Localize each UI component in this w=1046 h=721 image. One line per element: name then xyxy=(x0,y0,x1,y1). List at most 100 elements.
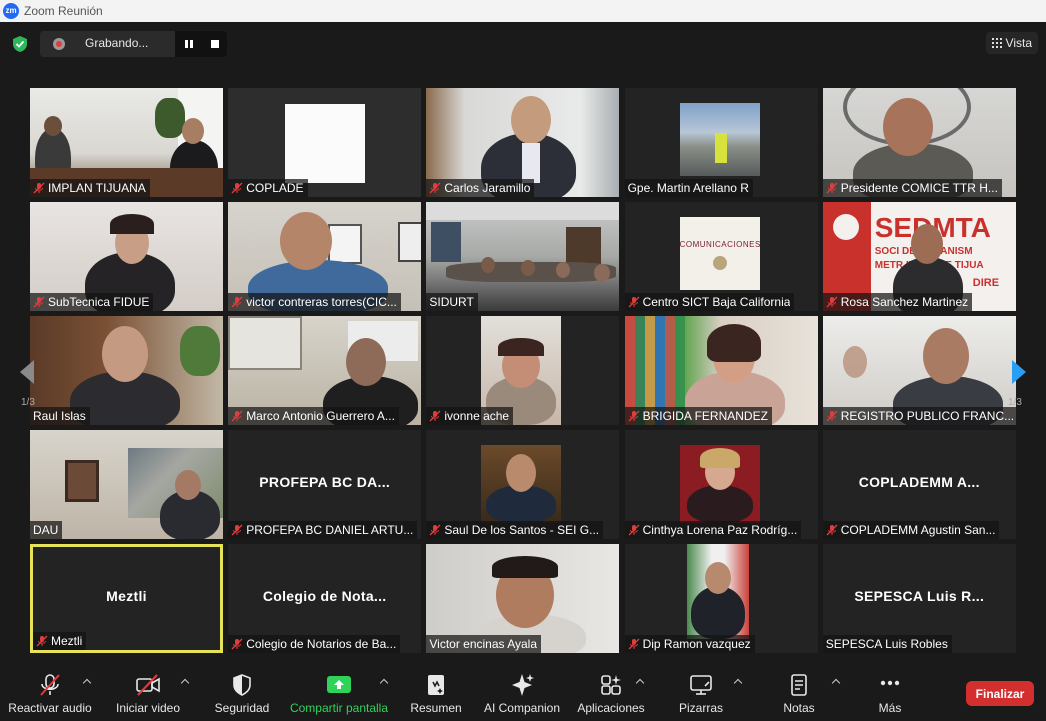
participant-tile[interactable]: Saul De los Santos - SEI G... xyxy=(426,430,620,539)
participant-name-label: Saul De los Santos - SEI G... xyxy=(426,521,604,539)
muted-mic-icon xyxy=(33,182,45,194)
participant-tile[interactable]: victor contreras torres(CIC... xyxy=(228,202,422,311)
participant-tile[interactable]: REGISTRO PUBLICO FRANC... xyxy=(822,316,1016,425)
participant-name-label: COPLADE xyxy=(228,179,308,197)
participant-name-label: IMPLAN TIJUANA xyxy=(30,179,150,197)
muted-mic-icon xyxy=(826,182,838,194)
next-page-arrow-icon[interactable] xyxy=(1009,358,1029,386)
audio-options-chevron-icon[interactable] xyxy=(82,678,92,686)
end-meeting-button[interactable]: Finalizar xyxy=(966,681,1034,706)
participant-name-label: Victor encinas Ayala xyxy=(426,635,541,653)
summary-button[interactable]: Resumen xyxy=(406,664,466,721)
participant-tile[interactable]: SEDMTA SOCI DE URBANISM METR ITANA DE TI… xyxy=(822,202,1016,311)
apps-options-chevron-icon[interactable] xyxy=(635,678,645,686)
apps-icon xyxy=(601,675,621,695)
muted-mic-icon xyxy=(826,410,838,422)
participant-tile[interactable]: Cinthya Lorena Paz Rodríg... xyxy=(624,430,818,539)
start-video-label: Iniciar video xyxy=(115,701,181,715)
whiteboards-button[interactable]: Pizarras xyxy=(672,664,730,721)
participant-name-label: SIDURT xyxy=(426,293,478,311)
muted-mic-icon xyxy=(628,296,640,308)
whiteboards-options-chevron-icon[interactable] xyxy=(733,678,743,686)
participant-name-label: ivonne ache xyxy=(426,407,514,425)
previous-page-arrow-icon[interactable] xyxy=(17,358,37,386)
participant-tile[interactable]: Presidente COMICE TTR H... xyxy=(822,88,1016,197)
comunicaciones-text: COMUNICACIONES xyxy=(679,240,761,249)
participant-tile[interactable]: Raul Islas xyxy=(30,316,223,425)
share-screen-icon xyxy=(327,676,351,693)
more-label: Más xyxy=(878,701,902,715)
participant-name-label: Gpe. Martin Arellano R xyxy=(624,179,753,197)
muted-mic-icon xyxy=(33,296,45,308)
gallery-grid: IMPLAN TIJUANA COPLADE Carlos Jaramillo … xyxy=(30,88,1016,656)
view-button-label: Vista xyxy=(1005,36,1032,50)
participant-tile[interactable]: SIDURT xyxy=(426,202,620,311)
more-options-icon xyxy=(880,680,900,686)
view-button[interactable]: Vista xyxy=(985,32,1038,54)
participant-tile[interactable]: COPLADE xyxy=(228,88,422,197)
participant-tile[interactable]: SEPESCA Luis R... SEPESCA Luis Robles xyxy=(822,544,1016,653)
muted-microphone-icon xyxy=(40,674,60,696)
sedumta-subtitle-3: DIRE xyxy=(972,277,1000,289)
page-indicator-right: 1/3 xyxy=(1008,397,1022,408)
recording-controls xyxy=(175,31,227,57)
participant-display-name: COPLADEMM A... xyxy=(858,474,980,490)
participant-tile[interactable]: ivonne ache xyxy=(426,316,620,425)
muted-mic-icon xyxy=(628,410,640,422)
participant-tile[interactable]: SubTecnica FIDUE xyxy=(30,202,223,311)
ai-sparkle-icon xyxy=(512,674,534,696)
notes-button[interactable]: Notas xyxy=(774,664,824,721)
share-screen-button[interactable]: Compartir pantalla xyxy=(286,664,392,721)
participant-name-label: DAU xyxy=(30,521,63,539)
participant-tile[interactable]: BRIGIDA FERNANDEZ xyxy=(624,316,818,425)
muted-mic-icon xyxy=(231,524,243,536)
share-options-chevron-icon[interactable] xyxy=(379,678,389,686)
apps-button[interactable]: Aplicaciones xyxy=(574,664,648,721)
participant-display-name: Colegio de Nota... xyxy=(262,588,387,604)
participant-tile[interactable]: DAU xyxy=(30,430,223,539)
video-options-chevron-icon[interactable] xyxy=(180,678,190,686)
muted-mic-icon xyxy=(231,410,243,422)
participant-name-label: Dip Ramon vazquez xyxy=(624,635,755,653)
participant-tile[interactable]: Dip Ramon vazquez xyxy=(624,544,818,653)
participant-tile[interactable]: Meztli Meztli xyxy=(30,544,223,653)
notes-label: Notas xyxy=(783,701,815,715)
pause-recording-button[interactable] xyxy=(185,40,193,48)
participant-name-label: Cinthya Lorena Paz Rodríg... xyxy=(624,521,802,539)
meeting-top-bar: Grabando... Vista xyxy=(0,22,1046,70)
unmute-audio-button[interactable]: Reactivar audio xyxy=(4,664,96,721)
participant-tile[interactable]: Carlos Jaramillo xyxy=(426,88,620,197)
recording-indicator: Grabando... xyxy=(40,31,227,57)
participant-name-label: Carlos Jaramillo xyxy=(426,179,535,197)
participant-name-label: Colegio de Notarios de Ba... xyxy=(228,635,401,653)
participant-name-label: victor contreras torres(CIC... xyxy=(228,293,401,311)
muted-mic-icon xyxy=(628,638,640,650)
participant-name-label: REGISTRO PUBLICO FRANC... xyxy=(822,407,1016,425)
whiteboards-label: Pizarras xyxy=(678,701,723,715)
more-button[interactable]: Más xyxy=(866,664,914,721)
muted-mic-icon xyxy=(826,296,838,308)
zoom-logo-icon: zm xyxy=(3,3,19,19)
notes-icon xyxy=(791,674,807,696)
start-video-button[interactable]: Iniciar video xyxy=(108,664,188,721)
muted-mic-icon xyxy=(231,638,243,650)
participant-tile[interactable]: Gpe. Martin Arellano R xyxy=(624,88,818,197)
participant-display-name: Meztli xyxy=(106,588,147,604)
summary-document-icon xyxy=(428,675,444,695)
notes-options-chevron-icon[interactable] xyxy=(831,678,841,686)
participant-name-label: PROFEPA BC DANIEL ARTU... xyxy=(228,521,418,539)
ai-companion-button[interactable]: AI Companion xyxy=(478,664,566,721)
muted-mic-icon xyxy=(429,410,441,422)
unmute-audio-label: Reactivar audio xyxy=(8,701,92,715)
whiteboard-icon xyxy=(690,675,712,695)
participant-tile[interactable]: Marco Antonio Guerrero A... xyxy=(228,316,422,425)
participant-tile[interactable]: Victor encinas Ayala xyxy=(426,544,620,653)
security-shield-icon[interactable] xyxy=(11,35,29,53)
participant-tile[interactable]: IMPLAN TIJUANA xyxy=(30,88,223,197)
participant-tile[interactable]: Colegio de Nota... Colegio de Notarios d… xyxy=(228,544,422,653)
participant-tile[interactable]: PROFEPA BC DA... PROFEPA BC DANIEL ARTU.… xyxy=(228,430,422,539)
security-button[interactable]: Seguridad xyxy=(208,664,276,721)
participant-tile[interactable]: COMUNICACIONES Centro SICT Baja Californ… xyxy=(624,202,818,311)
stop-recording-button[interactable] xyxy=(211,40,219,48)
participant-tile[interactable]: COPLADEMM A... COPLADEMM Agustin San... xyxy=(822,430,1016,539)
